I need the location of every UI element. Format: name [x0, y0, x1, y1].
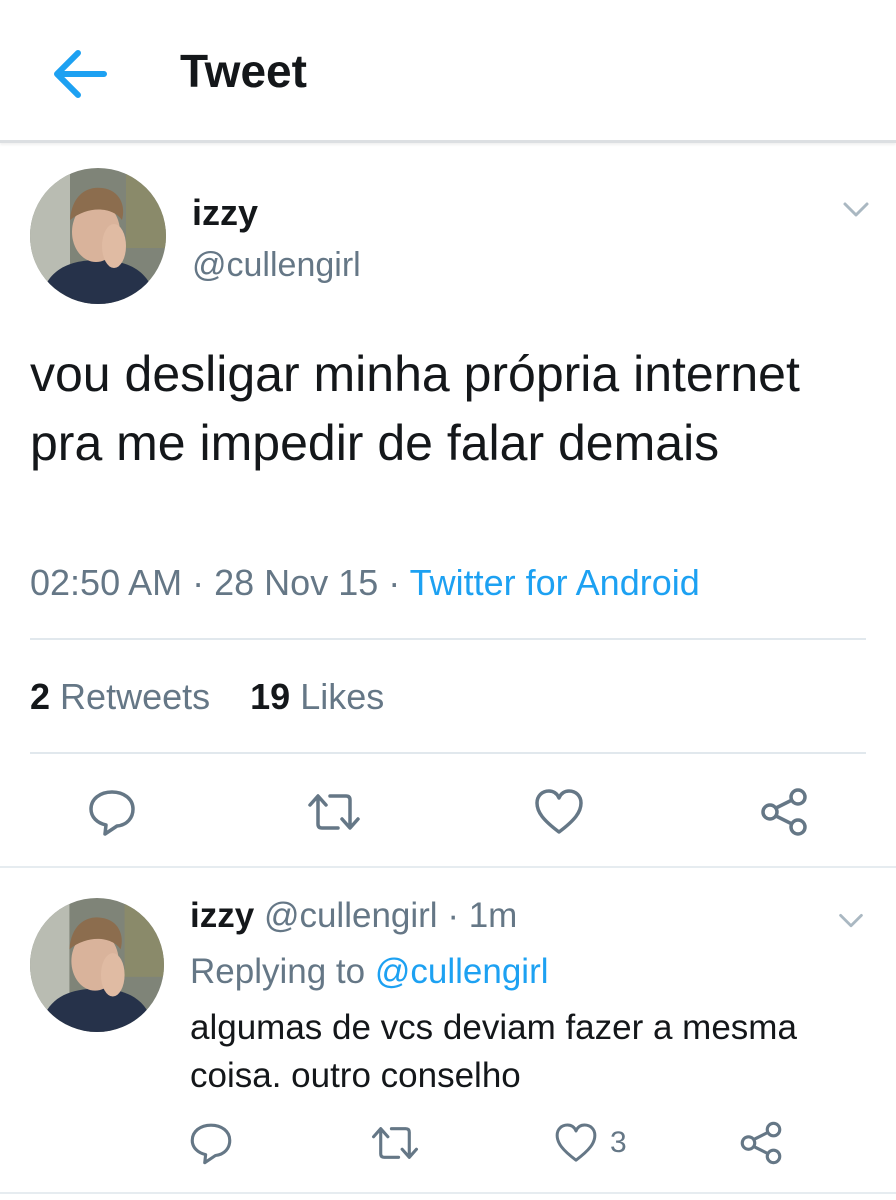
likes-count: 19 [250, 676, 291, 717]
replying-to-label: Replying to [190, 952, 366, 991]
heart-icon [535, 789, 583, 834]
top-bar: Tweet [0, 0, 896, 143]
reply-avatar[interactable] [30, 898, 164, 1032]
retweets-count: 2 [30, 676, 51, 717]
tweet-options-button[interactable] [838, 192, 874, 228]
reply-timestamp: 1m [468, 896, 518, 935]
comment-icon [89, 790, 135, 836]
share-icon [740, 1121, 782, 1165]
retweets-stat[interactable]: 2 Retweets [30, 676, 210, 717]
author-handle[interactable]: @cullengirl [192, 246, 361, 285]
likes-label: Likes [300, 676, 385, 717]
heart-icon [555, 1123, 597, 1162]
chevron-down-icon [843, 202, 869, 217]
likes-stat[interactable]: 19 Likes [250, 676, 384, 717]
retweet-button[interactable] [302, 780, 366, 844]
reply-reply-button[interactable] [186, 1118, 236, 1168]
replying-to-mention[interactable]: @cullengirl [375, 952, 549, 991]
tweet-time: 02:50 AM [30, 562, 183, 603]
reply-share-button[interactable] [736, 1118, 786, 1168]
divider [0, 866, 896, 868]
separator: · [388, 562, 401, 603]
separator: · [447, 896, 459, 935]
tweet-source-link[interactable]: Twitter for Android [410, 562, 700, 603]
arrow-left-icon [54, 50, 107, 98]
retweet-icon [372, 1127, 418, 1159]
avatar[interactable] [30, 168, 166, 304]
back-button[interactable] [44, 38, 116, 110]
comment-icon [190, 1123, 232, 1165]
engagement-stats: 2 Retweets 19 Likes [30, 676, 384, 718]
reply-text: algumas de vcs deviam fazer a mesma cois… [190, 1008, 797, 1095]
reply-author-name[interactable]: izzy [190, 896, 254, 935]
tweet-meta: 02:50 AM · 28 Nov 15 · Twitter for Andro… [30, 562, 700, 604]
separator: · [192, 562, 205, 603]
like-button[interactable] [527, 780, 591, 844]
divider [30, 752, 866, 754]
chevron-down-icon [839, 913, 863, 928]
tweet-date: 28 Nov 15 [214, 562, 379, 603]
reply-header: izzy @cullengirl · 1m [190, 896, 517, 936]
divider [0, 1192, 896, 1194]
share-icon [761, 788, 807, 836]
author-name[interactable]: izzy [192, 192, 258, 234]
reply-like-button[interactable]: 3 [552, 1118, 627, 1168]
retweet-icon [308, 794, 360, 830]
share-button[interactable] [752, 780, 816, 844]
divider [30, 638, 866, 640]
reply-retweet-button[interactable] [368, 1118, 418, 1168]
page-title: Tweet [180, 45, 307, 97]
replying-to: Replying to @cullengirl [190, 952, 549, 992]
reply-button[interactable] [80, 780, 144, 844]
reply-author-handle[interactable]: @cullengirl [264, 896, 438, 935]
reply-likes-count: 3 [610, 1126, 627, 1159]
reply-options-button[interactable] [834, 904, 868, 938]
retweets-label: Retweets [60, 676, 211, 717]
tweet-text: vou desligar minha própria internet pra … [30, 346, 800, 471]
